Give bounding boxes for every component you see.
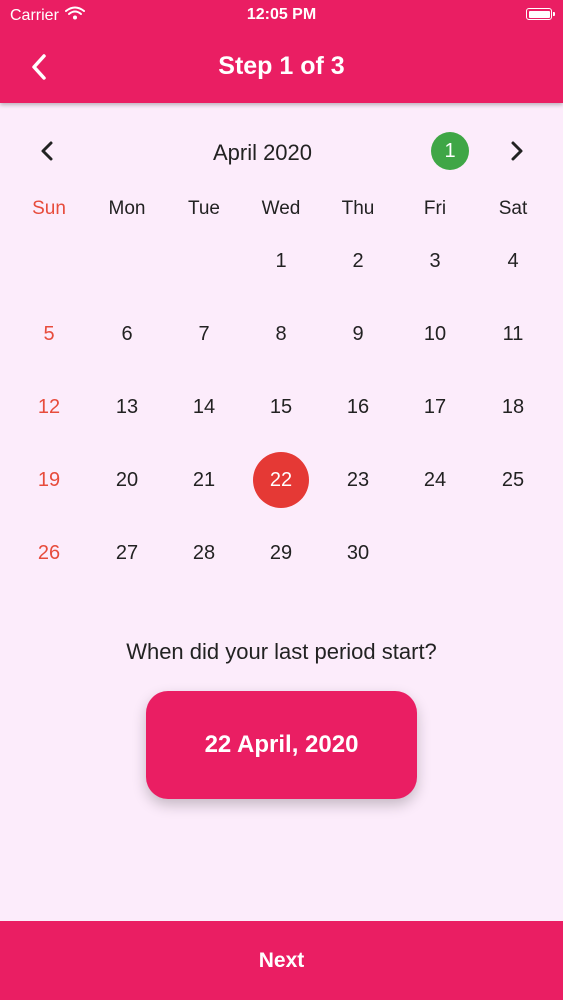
next-button[interactable]: Next: [0, 921, 563, 1000]
weekday-wed: Wed: [261, 198, 301, 219]
selected-date-button[interactable]: 22 April, 2020: [146, 691, 417, 799]
calendar-day[interactable]: 30: [330, 525, 386, 581]
calendar-day[interactable]: 1: [253, 233, 309, 289]
calendar-day[interactable]: 2: [330, 233, 386, 289]
weekday-tue: Tue: [187, 198, 221, 219]
calendar-day[interactable]: 15: [253, 379, 309, 435]
calendar-day[interactable]: 14: [176, 379, 232, 435]
calendar-day-selected[interactable]: 22: [253, 452, 309, 508]
weekday-fri: Fri: [423, 198, 447, 219]
calendar-day[interactable]: 4: [485, 233, 541, 289]
calendar-day[interactable]: 9: [330, 306, 386, 362]
calendar-day[interactable]: 6: [99, 306, 155, 362]
calendar-day[interactable]: 26: [21, 525, 77, 581]
calendar-day[interactable]: 5: [21, 306, 77, 362]
page-title: Step 1 of 3: [218, 52, 345, 80]
calendar-day[interactable]: 25: [485, 452, 541, 508]
calendar-day[interactable]: 12: [21, 379, 77, 435]
calendar-day[interactable]: 7: [176, 306, 232, 362]
next-month-button[interactable]: [502, 136, 532, 166]
weekday-sun: Sun: [32, 198, 66, 219]
question-text: When did your last period start?: [126, 639, 437, 664]
calendar-day[interactable]: 21: [176, 452, 232, 508]
status-bar: Carrier 12:05 PM: [0, 0, 563, 30]
calendar-day[interactable]: 29: [253, 525, 309, 581]
app-header: Carrier 12:05 PM Step 1 of 3: [0, 0, 563, 103]
calendar-day[interactable]: 11: [485, 306, 541, 362]
status-time: 12:05 PM: [246, 6, 317, 23]
step-badge: 1: [431, 132, 469, 170]
calendar-day[interactable]: 3: [407, 233, 463, 289]
calendar-day[interactable]: 18: [485, 379, 541, 435]
calendar-day[interactable]: 24: [407, 452, 463, 508]
calendar-day[interactable]: 27: [99, 525, 155, 581]
calendar-day[interactable]: 8: [253, 306, 309, 362]
calendar-day[interactable]: 13: [99, 379, 155, 435]
calendar-day[interactable]: 10: [407, 306, 463, 362]
weekday-sat: Sat: [498, 198, 528, 219]
calendar-day[interactable]: 28: [176, 525, 232, 581]
calendar-day[interactable]: 19: [21, 452, 77, 508]
weekday-mon: Mon: [108, 198, 146, 219]
calendar-day[interactable]: 17: [407, 379, 463, 435]
calendar-day[interactable]: 23: [330, 452, 386, 508]
chevron-right-icon: [511, 141, 523, 161]
weekday-thu: Thu: [341, 198, 375, 219]
calendar-day[interactable]: 20: [99, 452, 155, 508]
calendar-day[interactable]: 16: [330, 379, 386, 435]
battery-icon: [526, 8, 555, 20]
